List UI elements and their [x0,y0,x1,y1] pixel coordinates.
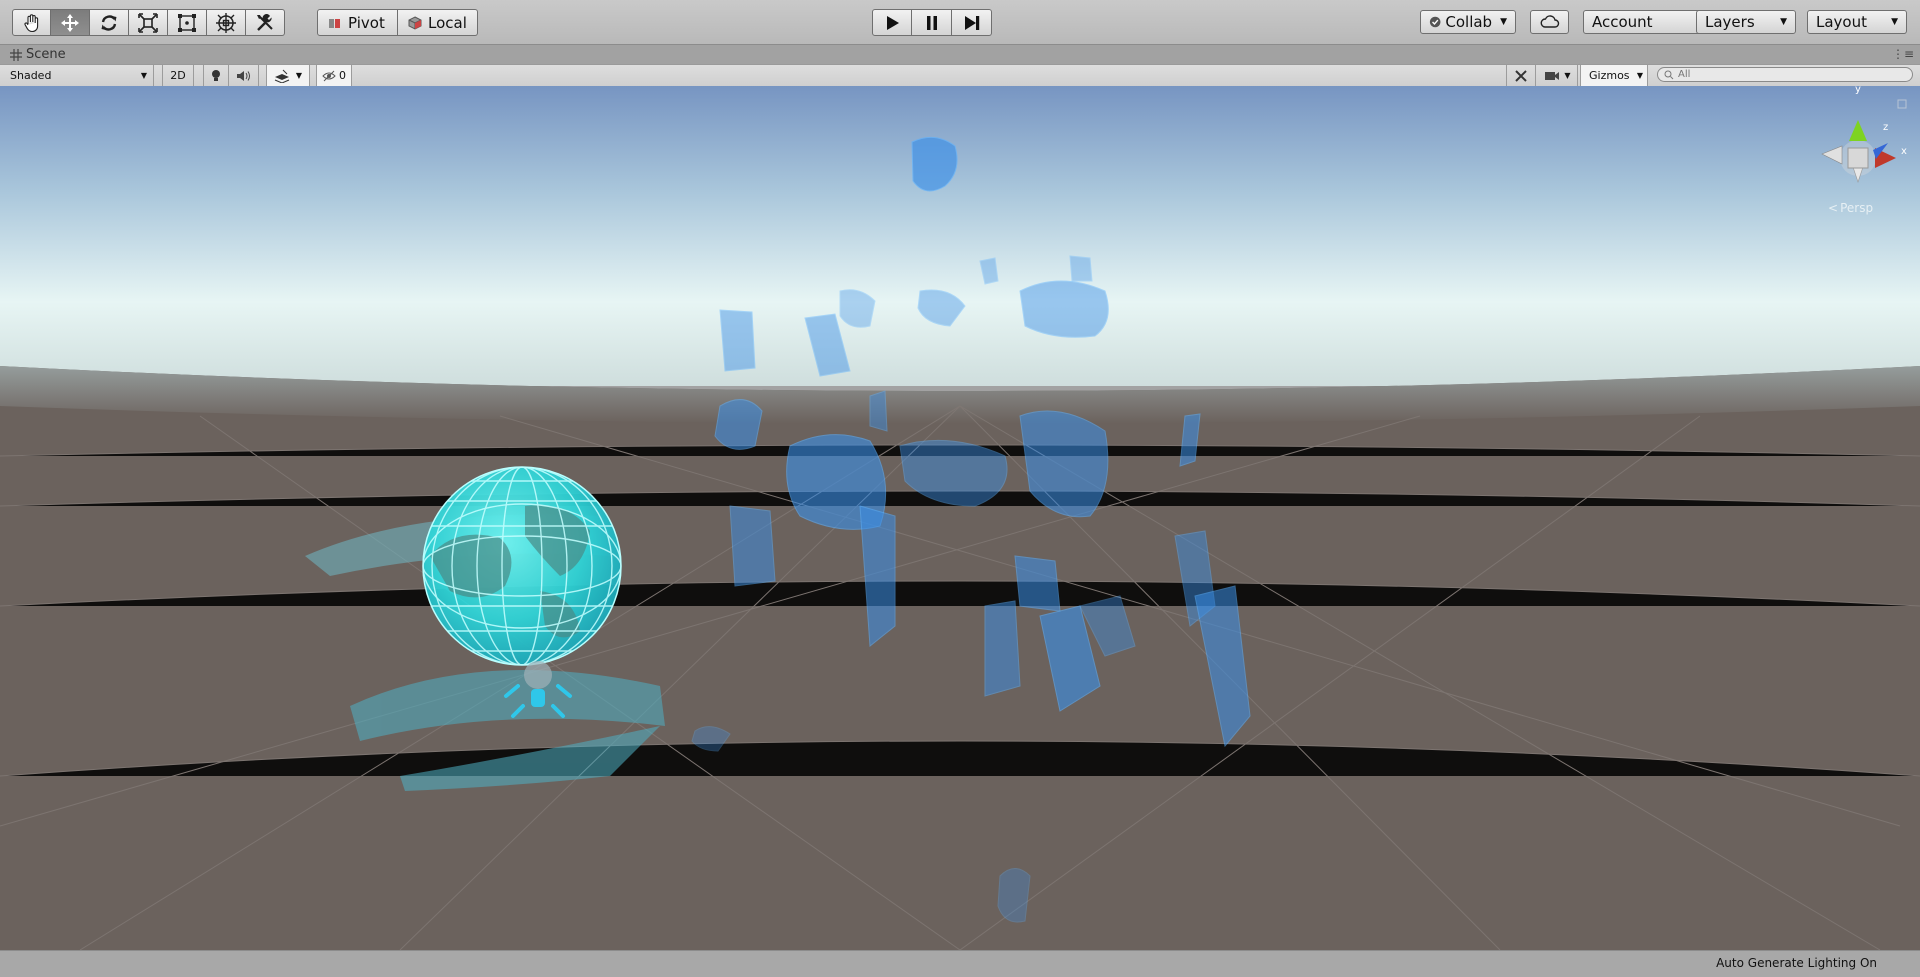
chevron-down-icon: ▼ [1780,17,1787,27]
hologram-globe[interactable] [422,466,622,666]
tab-menu-icon[interactable]: ⋮≡ [1892,47,1914,61]
lighting-toggle-button[interactable] [203,65,229,86]
rotate-icon [101,14,117,31]
chevron-down-icon: ▼ [140,71,147,80]
cloud-services-button[interactable] [1530,10,1569,34]
hand-tool-button[interactable] [12,9,51,36]
status-message: Auto Generate Lighting On [1716,956,1877,970]
gizmos-label: Gizmos [1589,69,1630,82]
scene-tools-button[interactable] [1506,65,1536,86]
grid-icon [10,48,22,61]
pivot-label: Pivot [348,13,385,32]
transform-icon [216,12,236,33]
speaker-icon [236,70,250,81]
check-circle-icon [1429,16,1441,28]
collab-label: Collab [1445,13,1493,31]
move-arrows-icon [61,13,79,32]
account-dropdown[interactable]: Account ▼ [1583,10,1713,34]
tools-cross-icon [1515,69,1527,82]
custom-tool-button[interactable] [246,9,285,36]
scene-render [0,86,1920,950]
chevron-down-icon: ▼ [1500,17,1507,27]
rect-transform-icon [178,13,196,32]
scene-tab-label: Scene [26,47,66,62]
effects-dropdown[interactable]: ▼ [266,65,310,86]
main-toolbar: Pivot Local Collab ▼ Account Layers ▼ La… [0,0,1920,45]
local-label: Local [428,13,467,32]
hidden-objects-toggle[interactable]: 0 [316,65,352,86]
pivot-icon [329,18,340,28]
layers-label: Layers [1705,13,1755,31]
pause-button[interactable] [912,9,952,36]
chevron-down-icon: ▼ [1636,71,1643,80]
pivot-toggle-button[interactable]: Pivot [317,9,398,36]
audio-toggle-button[interactable] [229,65,259,86]
eye-hidden-icon [322,70,336,81]
persp-label: Persp [1840,201,1874,215]
move-tool-button[interactable] [51,9,90,36]
camera-settings-dropdown[interactable]: ▼ [1538,65,1578,86]
search-input[interactable] [1676,69,1898,80]
axis-label-z: z [1883,122,1889,133]
play-button[interactable] [872,9,912,36]
chevron-down-icon: ▼ [1891,17,1898,27]
pivot-local-group: Pivot Local [317,9,478,36]
wrench-icon [257,13,273,31]
chevron-down-icon: ▼ [295,71,303,80]
2d-toggle-button[interactable]: 2D [162,65,194,86]
step-button[interactable] [952,9,992,36]
chevron-down-icon: ▼ [1564,71,1571,80]
persp-chevron-icon: < [1828,201,1839,215]
account-label: Account [1592,13,1653,31]
lightbulb-icon [212,69,220,81]
transform-tool-button[interactable] [207,9,246,36]
step-icon [964,15,979,30]
pause-icon [926,15,937,30]
effects-icon [274,69,290,83]
rotate-tool-button[interactable] [90,9,129,36]
play-controls-group [872,9,992,36]
cloud-icon [1540,15,1559,28]
axis-label-y: y [1855,86,1861,95]
2d-label: 2D [170,69,186,82]
scene-viewport[interactable]: y z x < Persp [0,86,1920,950]
shading-mode-label: Shaded [10,69,52,82]
layers-dropdown[interactable]: Layers ▼ [1696,10,1796,34]
collab-dropdown[interactable]: Collab ▼ [1420,10,1516,34]
transform-tools-group [12,9,285,36]
scale-tool-button[interactable] [129,9,168,36]
layout-label: Layout [1816,13,1867,31]
axis-label-x: x [1901,146,1907,157]
gizmos-dropdown[interactable]: Gizmos ▼ [1580,65,1648,86]
play-icon [887,15,899,30]
shading-mode-dropdown[interactable]: Shaded ▼ [0,65,154,86]
local-toggle-button[interactable]: Local [398,9,478,36]
perspective-toggle[interactable]: < Persp [1828,201,1873,215]
local-cube-icon [408,15,422,30]
hand-icon [23,13,38,32]
layout-dropdown[interactable]: Layout ▼ [1807,10,1907,34]
camera-icon [1545,71,1560,80]
tab-scene[interactable]: Scene [10,45,66,64]
scale-icon [138,12,158,33]
hierarchy-search-field[interactable] [1657,67,1913,82]
hidden-count: 0 [339,69,346,82]
scene-toolbar: Shaded ▼ 2D ▼ 0 ▼ Gizmos ▼ All [0,64,1920,87]
status-bar: Auto Generate Lighting On [0,950,1920,977]
scene-tab-bar: Scene ⋮≡ [0,45,1920,64]
search-icon [1664,70,1674,79]
rect-tool-button[interactable] [168,9,207,36]
